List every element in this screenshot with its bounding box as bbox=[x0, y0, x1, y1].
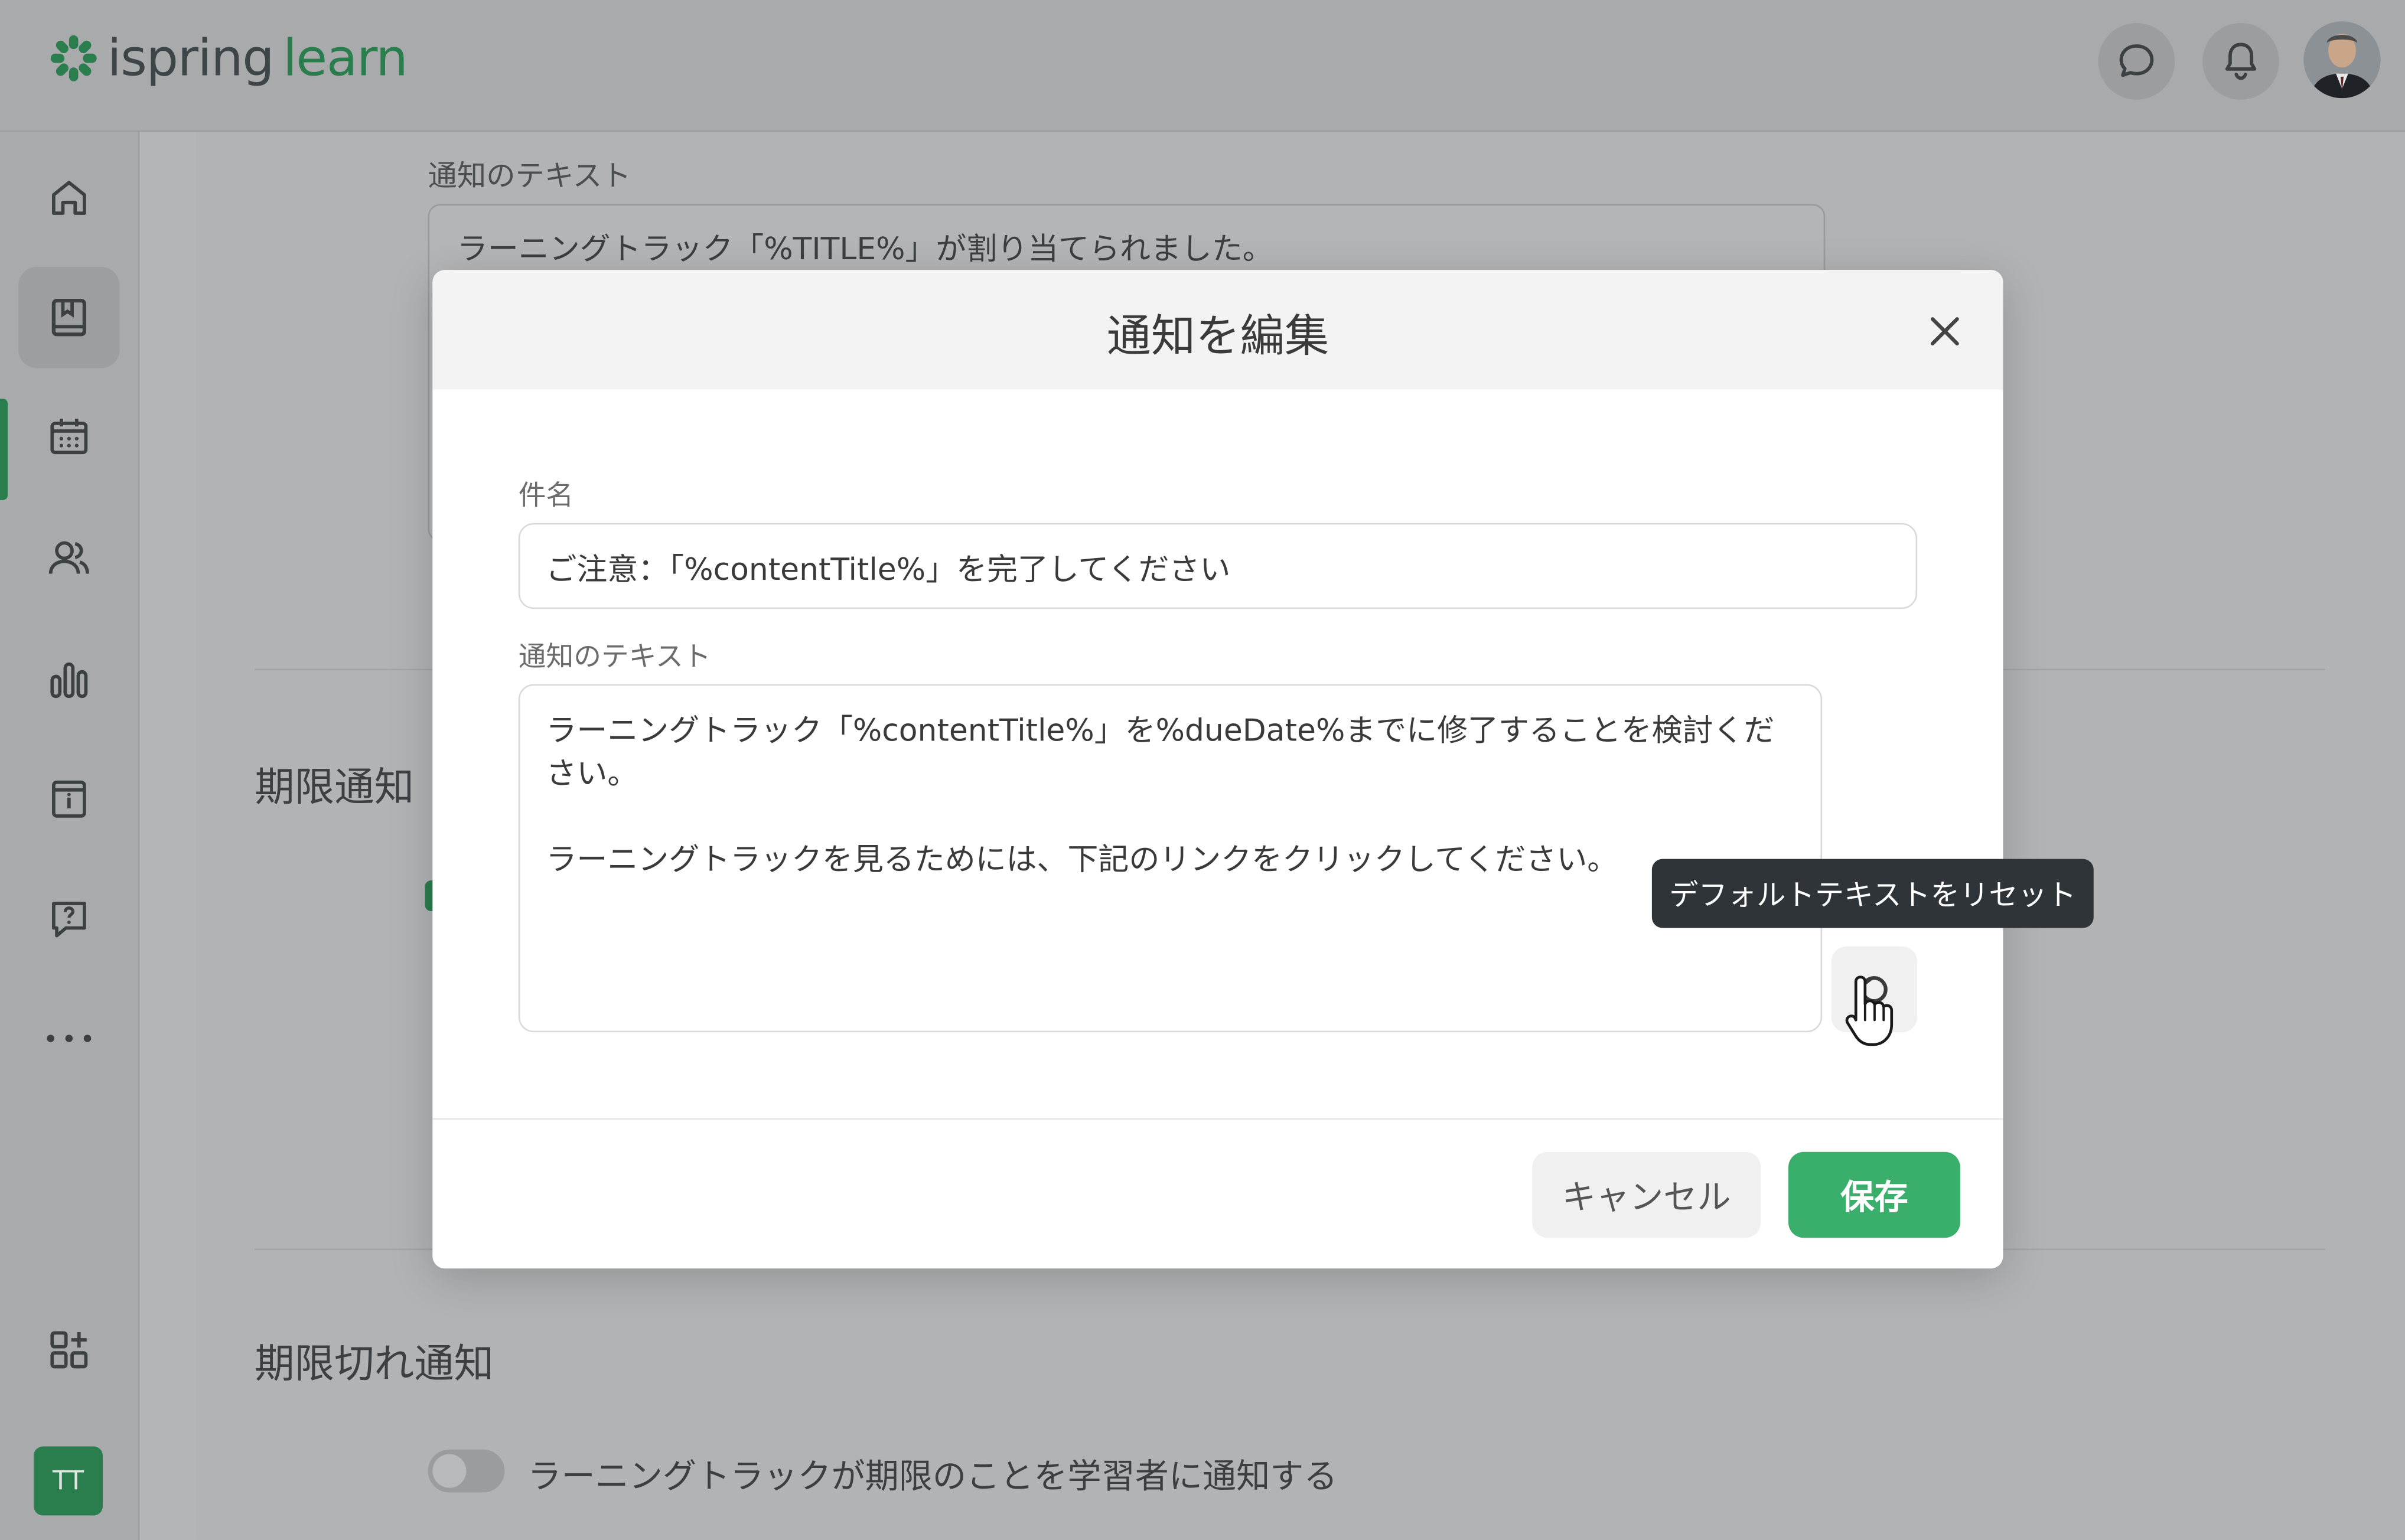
top-bar: ispring learn bbox=[0, 0, 2405, 132]
edit-notification-dialog: 通知を編集 件名 通知のテキスト ラーニングトラック「%contentTitle… bbox=[432, 270, 2003, 1269]
bell-icon bbox=[2225, 43, 2257, 80]
app-window: ispring learn TT 通知のテキスト ラーニングトラック「%TITL… bbox=[0, 0, 2405, 1540]
sidebar-item-help[interactable] bbox=[18, 868, 119, 969]
bar-chart-icon bbox=[50, 662, 88, 699]
sidebar-item-add-widget[interactable] bbox=[18, 1299, 119, 1400]
logo-primary: ispring bbox=[107, 27, 275, 88]
chat-button[interactable] bbox=[2098, 22, 2175, 100]
home-icon bbox=[52, 181, 86, 215]
logo-secondary: learn bbox=[282, 27, 408, 88]
reset-tooltip: デフォルトテキストをリセット bbox=[1651, 859, 2094, 928]
users-icon bbox=[48, 541, 89, 574]
help-icon bbox=[52, 902, 86, 938]
dialog-header: 通知を編集 bbox=[432, 270, 2003, 390]
sidebar-item-info[interactable] bbox=[18, 749, 119, 850]
bg-notification-text: ラーニングトラック「%TITLE%」が割り当てられました。 bbox=[457, 230, 1273, 267]
cancel-button[interactable]: キャンセル bbox=[1532, 1151, 1761, 1238]
sidebar-item-more[interactable] bbox=[18, 988, 119, 1089]
more-icon bbox=[47, 1035, 92, 1042]
overdue-toggle[interactable] bbox=[428, 1449, 505, 1493]
notifications-button[interactable] bbox=[2202, 22, 2279, 100]
sidebar-item-calendar[interactable] bbox=[18, 387, 119, 488]
sidebar-item-home[interactable] bbox=[18, 147, 119, 248]
user-avatar[interactable] bbox=[2303, 21, 2381, 99]
close-button[interactable] bbox=[1920, 307, 1969, 356]
book-icon bbox=[51, 299, 86, 337]
subject-input[interactable] bbox=[518, 523, 1918, 609]
body-label: 通知のテキスト bbox=[518, 641, 711, 674]
add-widget-icon bbox=[50, 1331, 88, 1369]
app-logo[interactable]: ispring learn bbox=[49, 28, 408, 87]
sidebar-item-reports[interactable] bbox=[18, 629, 119, 730]
sidebar-item-users[interactable] bbox=[18, 508, 119, 609]
calendar-icon bbox=[50, 419, 88, 455]
notification-text-field[interactable]: ラーニングトラック「%contentTitle%」を%dueDate%までに修了… bbox=[518, 684, 1823, 1033]
due-notification-heading: 期限通知 bbox=[255, 765, 415, 812]
active-indicator bbox=[0, 399, 8, 500]
chat-icon bbox=[2119, 44, 2154, 77]
subject-label: 件名 bbox=[518, 480, 574, 513]
overdue-toggle-label: ラーニングトラックが期限のことを学習者に通知する bbox=[527, 1459, 1338, 1497]
dialog-title: 通知を編集 bbox=[1106, 309, 1329, 363]
avatar-photo bbox=[2303, 21, 2381, 99]
bg-notification-text-label: 通知のテキスト bbox=[428, 159, 631, 194]
logo-mark-icon bbox=[49, 33, 98, 82]
logo-text: ispring learn bbox=[107, 28, 408, 87]
user-badge[interactable]: TT bbox=[34, 1446, 103, 1516]
save-button[interactable]: 保存 bbox=[1788, 1151, 1960, 1238]
info-icon bbox=[52, 780, 86, 818]
footer-divider bbox=[432, 1118, 2003, 1120]
overdue-notification-heading: 期限切れ通知 bbox=[255, 1342, 494, 1388]
sidebar bbox=[0, 132, 140, 1540]
close-icon bbox=[1930, 317, 1959, 345]
sidebar-item-learning[interactable] bbox=[18, 266, 120, 368]
hand-cursor-icon bbox=[1845, 975, 1894, 1046]
